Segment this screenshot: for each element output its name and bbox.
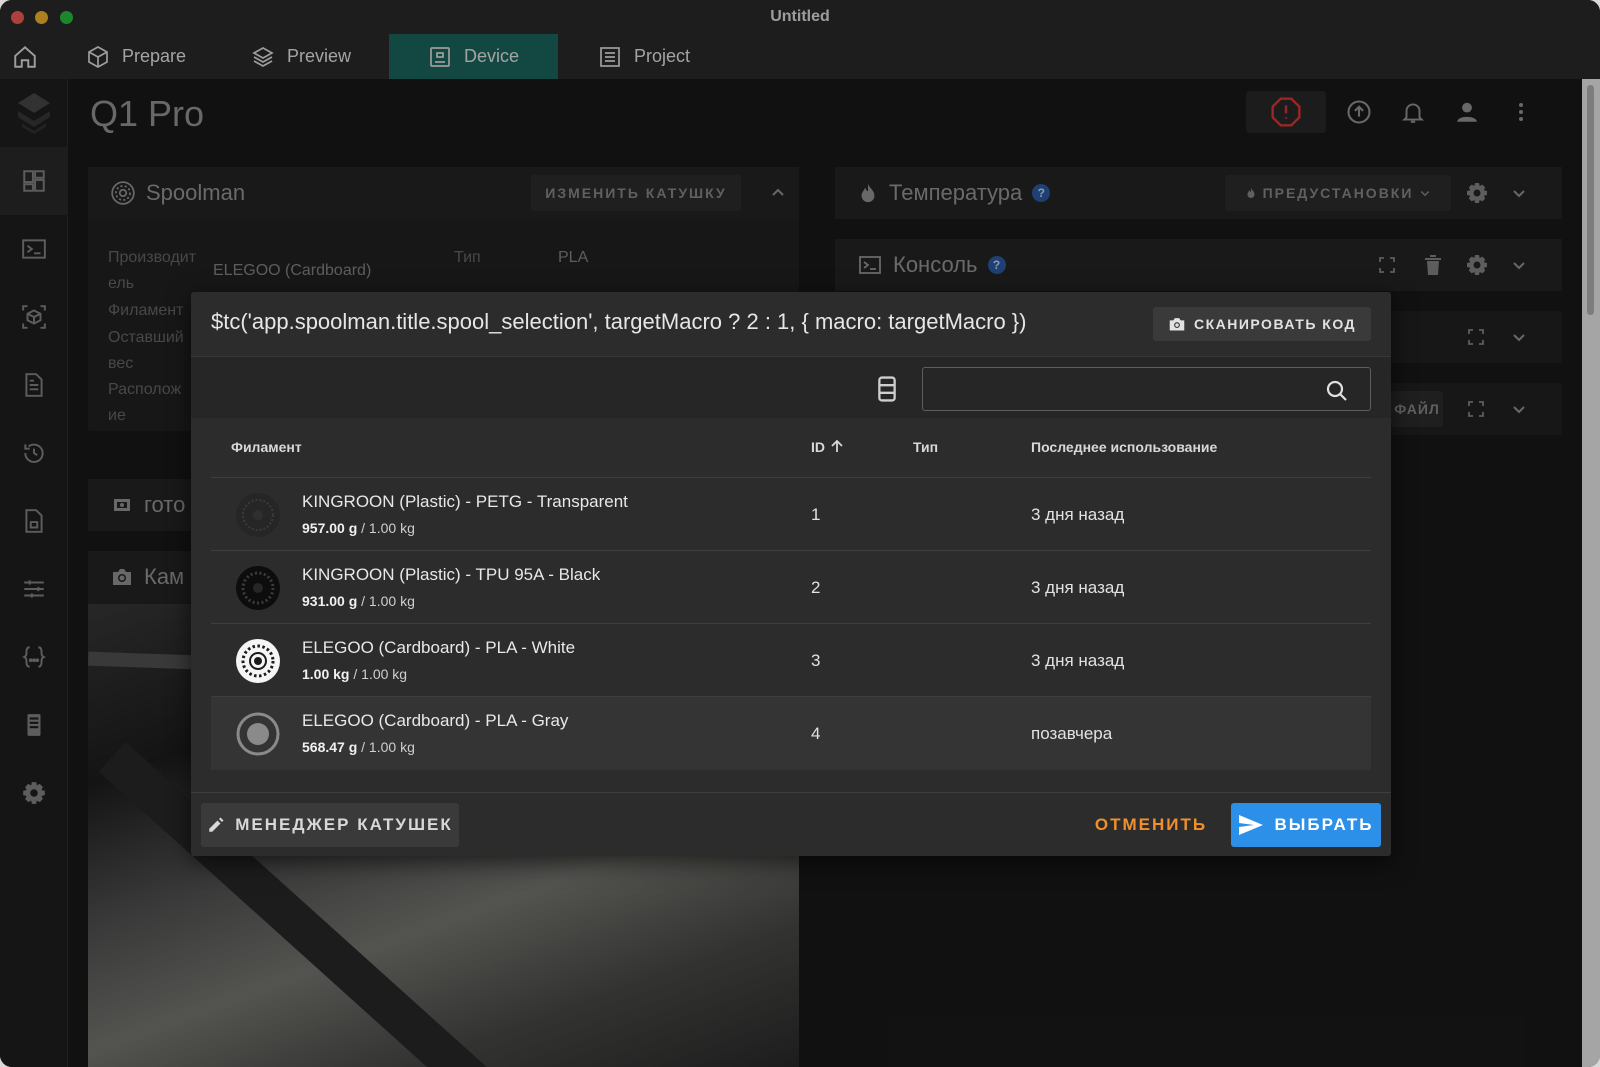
- last-used: 3 дня назад: [1031, 651, 1125, 670]
- last-used: 3 дня назад: [1031, 505, 1125, 524]
- select-button[interactable]: ВЫБРАТЬ: [1231, 803, 1381, 847]
- scan-code-button[interactable]: СКАНИРОВАТЬ КОД: [1153, 307, 1371, 341]
- search-icon[interactable]: [1325, 379, 1349, 403]
- filament-name: ELEGOO (Cardboard) - PLA - Gray: [302, 711, 569, 730]
- spool-white-icon: [236, 639, 280, 683]
- total-weight: / 1.00 kg: [349, 666, 408, 682]
- spool-black-icon: [236, 566, 280, 610]
- spool-gray-icon: [236, 712, 280, 756]
- total-weight: / 1.00 kg: [357, 593, 415, 609]
- arrow-up-icon: [831, 439, 843, 452]
- column-id[interactable]: ID: [811, 439, 843, 455]
- dialog-toolbar: [191, 356, 1391, 418]
- filament-name: KINGROON (Plastic) - TPU 95A - Black: [302, 565, 601, 584]
- table-header: Филамент ID Тип Последнее использование: [211, 418, 1371, 478]
- spool-selection-dialog: $tc('app.spoolman.title.spool_selection'…: [191, 292, 1391, 856]
- column-last-used[interactable]: Последнее использование: [1031, 439, 1217, 455]
- total-weight: / 1.00 kg: [357, 520, 415, 536]
- send-icon: [1239, 815, 1264, 835]
- spool-manager-label: МЕНЕДЖЕР КАТУШЕК: [235, 815, 453, 834]
- filament-weight: 1.00 kg / 1.00 kg: [302, 666, 407, 682]
- dialog-title: $tc('app.spoolman.title.spool_selection'…: [211, 309, 1027, 334]
- table-row[interactable]: ELEGOO (Cardboard) - PLA - White 1.00 kg…: [211, 624, 1371, 697]
- column-type[interactable]: Тип: [913, 439, 938, 455]
- table-row[interactable]: KINGROON (Plastic) - PETG - Transparent …: [211, 478, 1371, 551]
- scan-code-label: СКАНИРОВАТЬ КОД: [1193, 316, 1357, 332]
- spool-id: 1: [811, 505, 821, 524]
- select-button-label: ВЫБРАТЬ: [1274, 815, 1374, 834]
- column-filament[interactable]: Филамент: [231, 439, 302, 455]
- filament-weight: 931.00 g / 1.00 kg: [302, 593, 415, 609]
- filament-name: ELEGOO (Cardboard) - PLA - White: [302, 638, 576, 657]
- spool-id: 2: [811, 578, 821, 597]
- column-id-label: ID: [811, 439, 825, 455]
- table-row[interactable]: ELEGOO (Cardboard) - PLA - Gray 568.47 g…: [211, 697, 1371, 770]
- remaining-weight: 957.00 g: [302, 520, 358, 536]
- search-input[interactable]: [922, 367, 1371, 411]
- remaining-weight: 931.00 g: [302, 593, 358, 609]
- spool-transparent-icon: [236, 493, 280, 537]
- remaining-weight: 568.47 g: [302, 739, 358, 755]
- remaining-weight: 1.00 kg: [302, 666, 350, 682]
- dialog-footer: МЕНЕДЖЕР КАТУШЕК ОТМЕНИТЬ ВЫБРАТЬ: [191, 792, 1391, 856]
- cancel-button[interactable]: ОТМЕНИТЬ: [1091, 803, 1211, 847]
- app-window: Untitled Prepare Preview Device Project: [0, 0, 1600, 1067]
- filament-weight: 957.00 g / 1.00 kg: [302, 520, 415, 536]
- last-used: позавчера: [1031, 724, 1113, 743]
- last-used: 3 дня назад: [1031, 578, 1125, 597]
- filament-weight: 568.47 g / 1.00 kg: [302, 739, 415, 755]
- table-row[interactable]: KINGROON (Plastic) - TPU 95A - Black 931…: [211, 551, 1371, 624]
- spool-table: Филамент ID Тип Последнее использование …: [211, 418, 1371, 770]
- filament-name: KINGROON (Plastic) - PETG - Transparent: [302, 492, 628, 511]
- spool-manager-button[interactable]: МЕНЕДЖЕР КАТУШЕК: [201, 803, 459, 847]
- spool-id: 3: [811, 651, 821, 670]
- columns-icon[interactable]: [875, 375, 899, 403]
- total-weight: / 1.00 kg: [357, 739, 415, 755]
- pencil-icon: [209, 817, 224, 832]
- spool-id: 4: [811, 724, 821, 743]
- camera-icon: [1169, 318, 1185, 331]
